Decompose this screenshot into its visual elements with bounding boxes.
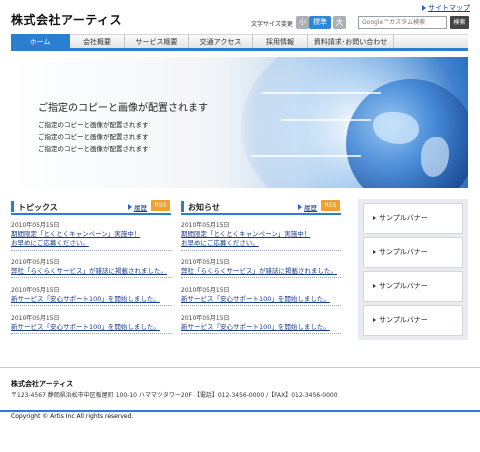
list-item: 2010年05月15日 弊社「らくらくサービス」が雑誌に掲載されました。 [11, 258, 171, 278]
nav-item-access[interactable]: 交通アクセス [189, 34, 253, 48]
nav-item-company[interactable]: 会社概要 [70, 34, 125, 48]
banner-label: サンプルバナー [379, 248, 428, 256]
sitemap-label: サイトマップ [428, 4, 470, 12]
sitemap-link[interactable]: サイトマップ [422, 3, 470, 13]
arrow-right-icon [298, 204, 302, 210]
news-date: 2010年05月15日 [11, 287, 60, 294]
topics-archive-link[interactable]: 履歴 [128, 202, 147, 212]
list-item: 2010年05月15日 新サービス「安心サポート100」を開始しました。 [11, 286, 171, 306]
search-input[interactable] [358, 16, 447, 29]
news-title: お知らせ [188, 203, 220, 212]
font-size-label: 文字サイズ変更 [251, 21, 293, 28]
light-streak [281, 119, 371, 121]
triangle-right-icon [373, 318, 376, 322]
triangle-right-icon [373, 216, 376, 220]
sample-banner[interactable]: サンプルバナー [363, 203, 463, 234]
news-link[interactable]: 弊社「らくらくサービス」が雑誌に掲載されました。 [11, 267, 171, 276]
news-date: 2010年05月15日 [11, 222, 60, 229]
list-item: 2010年05月15日 期間限定「とくとくキャンペーン」実施中！ お早めにご応募… [181, 221, 341, 251]
banner-label: サンプルバナー [379, 316, 428, 324]
light-streak [251, 155, 361, 157]
archive-label: 履歴 [134, 204, 147, 212]
font-size-large-button[interactable]: 大 [333, 16, 346, 29]
news-link[interactable]: 期間限定「とくとくキャンペーン」実施中！ [181, 230, 341, 239]
nav-item-recruit[interactable]: 採用情報 [253, 34, 308, 48]
banner-label: サンプルバナー [379, 214, 428, 222]
triangle-right-icon [373, 250, 376, 254]
sample-banner[interactable]: サンプルバナー [363, 305, 463, 336]
hero-title: ご指定のコピーと画像が配置されます [38, 103, 208, 114]
font-size-standard-button[interactable]: 標準 [309, 16, 331, 29]
nav-filler [394, 34, 468, 48]
list-item: 2010年05月15日 新サービス「安心サポート100」を開始しました。 [11, 314, 171, 334]
footer-company-name: 株式会社アーティス [11, 380, 74, 388]
hero-banner: ご指定のコピーと画像が配置されます ご指定のコピーと画像が配置されます ご指定の… [11, 57, 468, 188]
list-item: 2010年05月15日 期間限定「とくとくキャンペーン」実施中！ お早めにご応募… [11, 221, 171, 251]
topics-header: トピックス 履歴 RSS [11, 199, 171, 215]
font-size-small-button[interactable]: 小 [296, 16, 309, 29]
news-link[interactable]: 新サービス「安心サポート100」を開始しました。 [181, 295, 341, 304]
news-date: 2010年05月15日 [181, 259, 230, 266]
copyright-text: Copyright © Artis Inc All rights reserve… [11, 413, 134, 420]
archive-label: 履歴 [304, 204, 317, 212]
news-link[interactable]: お早めにご応募ください。 [181, 239, 341, 248]
news-link[interactable]: 期間限定「とくとくキャンペーン」実施中！ [11, 230, 171, 239]
sample-banner[interactable]: サンプルバナー [363, 237, 463, 268]
hero-copy-line: ご指定のコピーと画像が配置されます [38, 145, 149, 153]
triangle-right-icon [373, 284, 376, 288]
topics-rss-button[interactable]: RSS [151, 200, 170, 211]
list-item: 2010年05月15日 新サービス「安心サポート100」を開始しました。 [181, 314, 341, 334]
news-date: 2010年05月15日 [11, 259, 60, 266]
news-header: お知らせ 履歴 RSS [181, 199, 341, 215]
hero-copy-line: ご指定のコピーと画像が配置されます [38, 121, 149, 129]
topics-title: トピックス [18, 203, 58, 212]
news-rss-button[interactable]: RSS [321, 200, 340, 211]
footer-divider [0, 367, 480, 368]
list-item: 2010年05月15日 新サービス「安心サポート100」を開始しました。 [181, 286, 341, 306]
footer-address: 〒123-4567 静岡県浜松市中区板屋町 100-10 ハママツタワー20F … [11, 392, 338, 399]
sample-banner[interactable]: サンプルバナー [363, 271, 463, 302]
news-link[interactable]: 新サービス「安心サポート100」を開始しました。 [181, 323, 341, 332]
news-link[interactable]: 新サービス「安心サポート100」を開始しました。 [11, 295, 171, 304]
banner-label: サンプルバナー [379, 282, 428, 290]
arrow-right-icon [128, 204, 132, 210]
arrow-right-icon [422, 5, 426, 11]
nav-item-home[interactable]: ホーム [11, 34, 70, 48]
news-date: 2010年05月15日 [181, 315, 230, 322]
list-item: 2010年05月15日 弊社「らくらくサービス」が雑誌に掲載されました。 [181, 258, 341, 278]
global-nav: ホーム 会社概要 サービス概要 交通アクセス 採用情報 資料請求･お問い合わせ [11, 34, 468, 51]
banner-area: サンプルバナー サンプルバナー サンプルバナー サンプルバナー [358, 199, 468, 340]
search-button[interactable]: 検索 [450, 16, 469, 29]
news-link[interactable]: お早めにご応募ください。 [11, 239, 171, 248]
news-date: 2010年05月15日 [181, 222, 230, 229]
heading-bar [11, 201, 14, 212]
news-link[interactable]: 新サービス「安心サポート100」を開始しました。 [11, 323, 171, 332]
news-archive-link[interactable]: 履歴 [298, 202, 317, 212]
light-streak [261, 92, 381, 94]
heading-bar [181, 201, 184, 212]
site-logo[interactable]: 株式会社アーティス [11, 11, 122, 28]
nav-item-services[interactable]: サービス概要 [125, 34, 189, 48]
nav-item-contact[interactable]: 資料請求･お問い合わせ [308, 34, 394, 48]
news-date: 2010年05月15日 [11, 315, 60, 322]
news-date: 2010年05月15日 [181, 287, 230, 294]
hero-copy-line: ご指定のコピーと画像が配置されます [38, 133, 149, 141]
news-link[interactable]: 弊社「らくらくサービス」が雑誌に掲載されました。 [181, 267, 341, 276]
